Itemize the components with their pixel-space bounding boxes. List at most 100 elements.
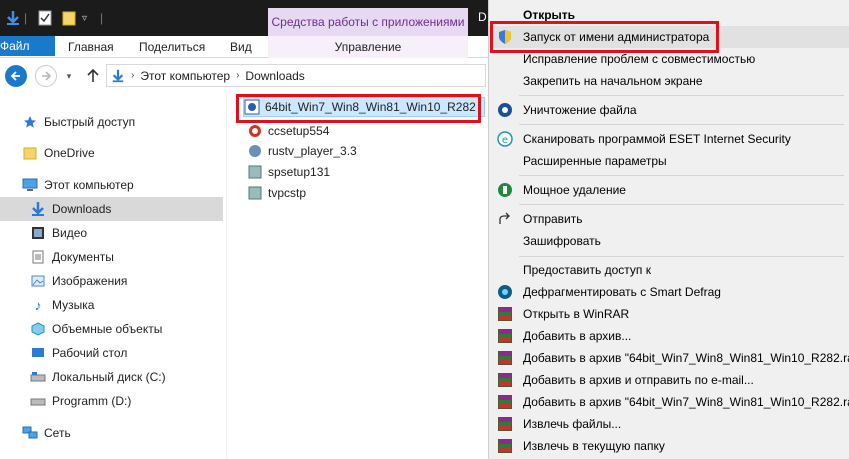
svg-text:e: e [502,135,508,146]
properties-icon[interactable] [38,9,52,27]
image-icon [30,273,46,289]
nav-videos[interactable]: Видео [0,221,223,245]
nav-desktop[interactable]: Рабочий стол [0,341,223,365]
nav-drive-d[interactable]: Programm (D:) [0,389,223,413]
music-icon: ♪ [34,297,42,313]
menu-add-archive-named-email[interactable]: Добавить в архив "64bit_Win7_Win8_Win81_… [489,391,849,413]
recent-locations-button[interactable]: ▾ [62,65,76,87]
installer-icon [244,99,260,115]
back-arrow-icon [10,71,20,81]
winrar-icon [497,416,513,432]
menu-separator [519,204,844,205]
setup-icon [247,185,263,201]
shield-icon [497,29,513,45]
defrag-icon [497,284,513,300]
menu-give-access[interactable]: Предоставить доступ к [489,259,849,281]
tab-manage[interactable]: Управление [268,36,468,58]
chevron-down-icon: ▾ [66,70,72,81]
nav-documents[interactable]: Документы [0,245,223,269]
menu-separator [519,95,844,96]
file-item-ccsetup[interactable]: ccsetup554 [247,121,329,141]
nav-music[interactable]: ♪ Музыка [0,293,223,317]
menu-add-archive-named[interactable]: Добавить в архив "64bit_Win7_Win8_Win81_… [489,347,849,369]
menu-separator [519,175,844,176]
nav-downloads[interactable]: Downloads [0,197,223,221]
up-arrow-icon [87,69,99,82]
setup-icon [247,164,263,180]
tab-share[interactable]: Поделиться [139,36,205,58]
toolbar-separator: | [100,11,104,25]
menu-advanced-options[interactable]: Расширенные параметры [489,150,849,172]
ccleaner-icon [247,123,263,139]
breadcrumb-separator: › [131,70,135,81]
menu-separator [519,256,844,257]
winrar-icon [497,350,513,366]
quick-access-download-icon[interactable] [6,9,20,27]
video-icon [30,225,46,241]
desktop-icon [30,345,46,361]
nav-onedrive[interactable]: OneDrive [0,141,223,165]
menu-open-winrar[interactable]: Открыть в WinRAR [489,303,849,325]
tab-view[interactable]: Вид [230,36,252,58]
cube-icon [30,321,46,337]
file-item-tvpcstp[interactable]: tvpcstp [247,183,306,203]
computer-icon [22,177,38,193]
menu-extract-here[interactable]: Извлечь в текущую папку [489,435,849,457]
menu-encrypt[interactable]: Зашифровать [489,230,849,252]
download-icon [30,201,46,217]
menu-eset-scan[interactable]: e Сканировать программой ESET Internet S… [489,128,849,150]
folder-icon [22,145,38,161]
menu-force-delete[interactable]: Мощное удаление [489,179,849,201]
customize-toolbar-icon[interactable]: ▿ [82,9,87,27]
new-folder-icon[interactable] [62,9,76,27]
winrar-icon [497,306,513,322]
menu-smart-defrag[interactable]: Дефрагментировать с Smart Defrag [489,281,849,303]
drive-icon [30,393,46,409]
player-icon [247,143,263,159]
menu-share[interactable]: Отправить [489,208,849,230]
back-button[interactable] [5,65,27,87]
address-bar[interactable]: › Этот компьютер › Downloads [106,64,486,87]
winrar-icon [497,328,513,344]
document-icon [30,249,46,265]
nav-pictures[interactable]: Изображения [0,269,223,293]
drive-icon [30,369,46,385]
file-item-spsetup[interactable]: spsetup131 [247,162,330,182]
uninstaller-icon [497,182,513,198]
winrar-icon [497,394,513,410]
shredder-icon [497,102,513,118]
file-list: 64bit_Win7_Win8_Win81_Win10_R282 ccsetup… [226,92,488,459]
toolbar-separator: | [24,11,28,25]
menu-separator [519,124,844,125]
context-tab-app-tools: Средства работы с приложениями [268,8,468,36]
winrar-icon [497,438,513,454]
winrar-icon [497,372,513,388]
forward-button[interactable] [35,65,57,87]
nav-drive-c[interactable]: Локальный диск (C:) [0,365,223,389]
nav-quick-access[interactable]: Быстрый доступ [0,110,223,134]
window-title-partial: D [478,10,487,24]
menu-open[interactable]: Открыть [489,4,849,26]
up-button[interactable] [82,65,104,87]
nav-this-pc[interactable]: Этот компьютер [0,173,223,197]
download-icon [112,69,124,82]
menu-compat-troubleshoot[interactable]: Исправление проблем с совместимостью [489,48,849,70]
tab-file[interactable]: Файл [0,36,55,56]
menu-add-archive-email[interactable]: Добавить в архив и отправить по e-mail..… [489,369,849,391]
forward-arrow-icon [42,71,52,81]
menu-extract-files[interactable]: Извлечь файлы... [489,413,849,435]
menu-pin-start[interactable]: Закрепить на начальном экране [489,70,849,92]
breadcrumb-this-pc[interactable]: Этот компьютер [140,69,230,83]
navigation-pane: Быстрый доступ OneDrive Этот компьютер D… [0,92,226,459]
nav-network[interactable]: Сеть [0,421,223,445]
file-item-driver-setup[interactable]: 64bit_Win7_Win8_Win81_Win10_R282 [243,97,485,117]
nav-3d-objects[interactable]: Объемные объекты [0,317,223,341]
menu-shred-file[interactable]: Уничтожение файла [489,99,849,121]
network-icon [22,425,38,441]
tab-home[interactable]: Главная [68,36,114,58]
eset-icon: e [497,131,513,147]
breadcrumb-downloads[interactable]: Downloads [245,69,304,83]
menu-run-as-admin[interactable]: Запуск от имени администратора [489,26,849,48]
menu-add-archive[interactable]: Добавить в архив... [489,325,849,347]
file-item-rustv-player[interactable]: rustv_player_3.3 [247,141,357,161]
